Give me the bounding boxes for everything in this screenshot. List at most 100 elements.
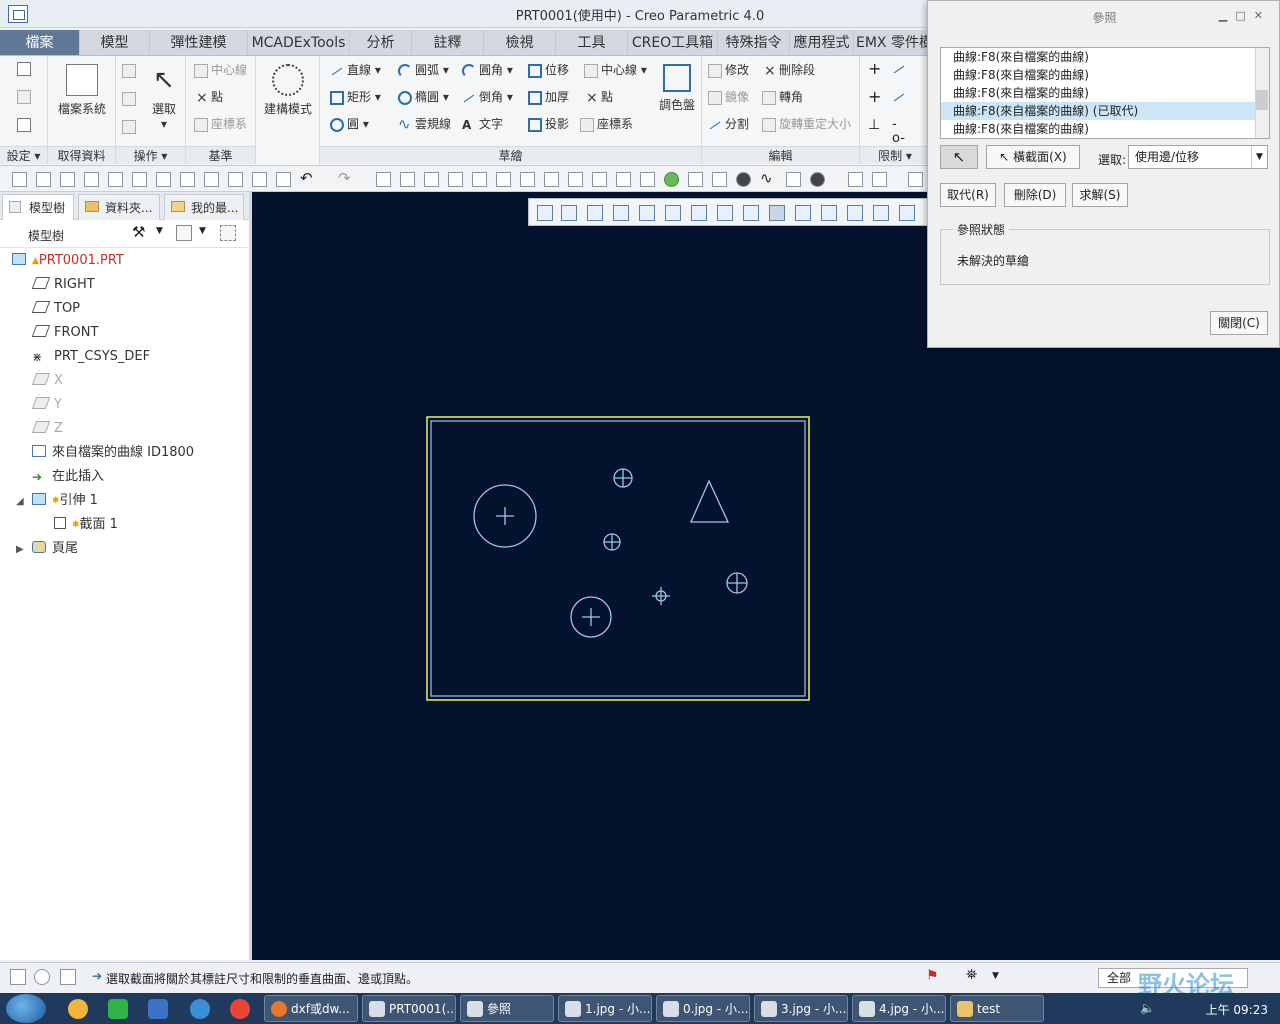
start-button-icon[interactable] <box>6 994 46 1023</box>
tree-item-extrude[interactable]: ✱引伸 1 <box>32 490 98 512</box>
expand-icon[interactable]: ▶ <box>16 544 24 555</box>
sketch-csys-button[interactable]: 座標系 <box>580 114 633 134</box>
group-label-settings[interactable]: 設定 ▾ <box>0 146 47 164</box>
task-image[interactable]: 0.jpg - 小... <box>656 995 750 1022</box>
fullscreen-icon[interactable] <box>60 969 76 985</box>
chamfer-button[interactable]: 倒角 ▾ <box>462 87 513 107</box>
tool-icon[interactable] <box>616 172 631 187</box>
cross-section-button[interactable]: ↖ 橫截面(X) <box>986 145 1080 169</box>
spline-button[interactable]: 雲規線 <box>398 114 451 134</box>
tool-icon[interactable] <box>872 172 887 187</box>
task-firefox[interactable]: dxf或dw... <box>264 995 358 1022</box>
tool-icon[interactable] <box>228 172 243 187</box>
offset-button[interactable]: 位移 <box>528 60 569 80</box>
tree-item-plane[interactable]: RIGHT <box>31 274 95 296</box>
chrome-icon[interactable] <box>230 999 250 1019</box>
datum-point-button[interactable]: 點 <box>194 87 223 108</box>
sketch-point-button[interactable]: 點 <box>584 87 613 108</box>
tab-analysis[interactable]: 分析 <box>350 30 412 55</box>
list-item[interactable]: 曲線:F8(來自檔案的曲線) <box>941 84 1269 102</box>
appearance-icon[interactable] <box>664 172 679 187</box>
show-icon[interactable] <box>176 225 192 241</box>
line-button[interactable]: 直線 ▾ <box>330 60 381 80</box>
task-folder[interactable]: test <box>950 995 1044 1022</box>
delete-button[interactable]: 刪除(D) <box>1004 183 1066 207</box>
open-icon[interactable] <box>36 172 51 187</box>
settings-icon[interactable]: ⚒ <box>132 223 148 241</box>
tree-item-section[interactable]: ✱截面 1 <box>54 514 118 536</box>
tab-annotate[interactable]: 註釋 <box>412 30 484 55</box>
tool-icon[interactable] <box>568 172 583 187</box>
maximize-icon[interactable]: □ <box>1235 9 1253 22</box>
small-circle-right[interactable] <box>726 572 748 594</box>
tree-item-imported-curve[interactable]: 來自檔案的曲線 ID1800 <box>32 442 194 464</box>
list-scrollbar[interactable] <box>1255 48 1269 138</box>
save-icon[interactable] <box>60 172 75 187</box>
tab-tools[interactable]: 工具 <box>556 30 628 55</box>
horizontal-constraint-icon[interactable]: + <box>868 89 882 105</box>
volume-icon[interactable]: 🔈 <box>1140 1001 1155 1015</box>
tool-icon[interactable] <box>400 172 415 187</box>
chevron-down-icon[interactable]: ▼ <box>992 971 999 981</box>
tiny-circle-point[interactable] <box>652 587 670 605</box>
tab-view[interactable]: 檢視 <box>484 30 556 55</box>
tree-item-plane[interactable]: TOP <box>31 298 80 320</box>
tree-item-insert-here[interactable]: ➔ 在此插入 <box>32 466 104 488</box>
tree-item-plane[interactable]: Y <box>31 394 62 416</box>
tab-mcadextools[interactable]: MCADExTools <box>248 30 350 55</box>
clock[interactable]: 上午 09:23 <box>1206 1001 1268 1018</box>
tab-creo-toolbox[interactable]: CREO工具箱 <box>628 30 718 55</box>
close-button[interactable]: 關閉(C) <box>1210 311 1268 335</box>
rectangle-button[interactable]: 矩形 ▾ <box>330 87 381 107</box>
ellipse-button[interactable]: 橢圓 ▾ <box>398 87 449 107</box>
tool-icon[interactable] <box>640 172 655 187</box>
file-system-button[interactable]: 檔案系統 <box>54 64 110 117</box>
tool-icon[interactable] <box>132 172 147 187</box>
task-image[interactable]: 3.jpg - 小... <box>754 995 848 1022</box>
tool-icon[interactable] <box>376 172 391 187</box>
binoculars-icon[interactable]: ⛯ <box>966 967 977 983</box>
tool-icon[interactable] <box>204 172 219 187</box>
tool-icon[interactable] <box>848 172 863 187</box>
list-item-selected[interactable]: 曲線:F8(來自檔案的曲線) (已取代) <box>941 102 1269 120</box>
flag-icon[interactable]: ⚑ <box>926 968 939 984</box>
list-item[interactable]: 曲線:F8(來自檔案的曲線) <box>941 66 1269 84</box>
filter-icon[interactable] <box>220 225 236 241</box>
midpoint-constraint-icon[interactable] <box>892 90 906 104</box>
tool-icon[interactable] <box>786 172 801 187</box>
group-label-operations[interactable]: 操作 ▾ <box>116 146 185 164</box>
fillet-button[interactable]: 圓角 ▾ <box>462 60 513 80</box>
chevron-down-icon[interactable]: ▼ <box>156 226 163 236</box>
list-item[interactable]: 曲線:F8(來自檔案的曲線) <box>941 120 1269 138</box>
select-reference-button[interactable]: ↖ <box>940 145 978 169</box>
corner-button[interactable]: 轉角 <box>762 87 803 107</box>
small-circle-middle[interactable] <box>603 533 621 551</box>
tab-flexible-modeling[interactable]: 彈性建模 <box>150 30 248 55</box>
chat-icon[interactable] <box>108 999 128 1019</box>
mirror-button[interactable]: 鏡像 <box>708 87 749 107</box>
sphere-icon[interactable] <box>736 172 751 187</box>
tree-item-plane[interactable]: FRONT <box>31 322 98 344</box>
tool-icon[interactable] <box>252 172 267 187</box>
tool-icon[interactable] <box>276 172 291 187</box>
tab-file[interactable]: 檔案 <box>0 30 80 55</box>
task-creo[interactable]: PRT0001(... <box>362 995 456 1022</box>
tab-model[interactable]: 模型 <box>80 30 150 55</box>
thicken-button[interactable]: 加厚 <box>528 87 569 107</box>
tree-item-csys[interactable]: ⋇ PRT_CSYS_DEF <box>32 346 150 368</box>
tool-icon[interactable] <box>592 172 607 187</box>
circle-button[interactable]: 圓 ▾ <box>330 114 369 134</box>
tangent-constraint-icon[interactable] <box>892 62 906 76</box>
tab-emx-part-tree[interactable]: EMX 零件樹 <box>854 30 930 55</box>
tool-icon[interactable] <box>688 172 703 187</box>
project-button[interactable]: 投影 <box>528 114 569 134</box>
references-icon[interactable] <box>17 90 31 104</box>
app-icon[interactable] <box>68 999 88 1019</box>
chevron-down-icon[interactable]: ▼ <box>199 226 206 236</box>
datum-centerline-button[interactable]: 中心線 <box>194 60 247 80</box>
medium-circle-bottom[interactable] <box>570 596 612 638</box>
tool-icon[interactable] <box>424 172 439 187</box>
tool-icon[interactable] <box>712 172 727 187</box>
app-icon[interactable] <box>148 999 168 1019</box>
scrollbar-thumb[interactable] <box>1256 90 1268 110</box>
